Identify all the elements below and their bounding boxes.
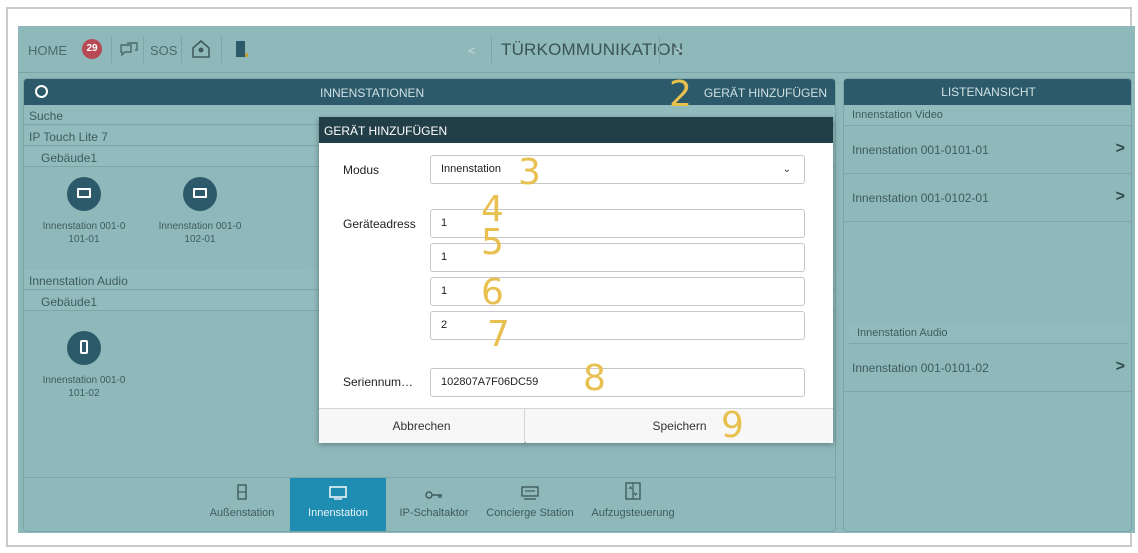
divider bbox=[111, 36, 112, 63]
list-view-title: LISTENANSICHT bbox=[844, 79, 1131, 105]
callout-number: 7 bbox=[487, 314, 510, 355]
elevator-icon bbox=[578, 478, 688, 500]
serial-label: Seriennum… bbox=[343, 375, 414, 389]
callout-number: 5 bbox=[481, 222, 504, 263]
station-type-tabs: Außenstation Innenstation IP-Schaltaktor… bbox=[24, 477, 835, 531]
save-button[interactable]: Speichern bbox=[526, 409, 833, 443]
monitor-icon bbox=[183, 177, 217, 211]
divider bbox=[221, 36, 222, 63]
add-device-button[interactable]: GERÄT HINZUFÜGEN bbox=[704, 86, 827, 100]
handset-icon bbox=[67, 331, 101, 365]
divider bbox=[181, 36, 182, 63]
home-button[interactable]: HOME bbox=[28, 43, 67, 58]
list-item[interactable]: Innenstation 001-0102-01 > bbox=[844, 175, 1131, 222]
chevron-down-icon: ⌄ bbox=[782, 164, 791, 175]
tab-ip-schaltaktor[interactable]: IP-Schaltaktor bbox=[386, 478, 482, 531]
notification-badge[interactable]: 29 bbox=[82, 39, 102, 59]
door-icon[interactable] bbox=[230, 38, 252, 60]
tab-aufzugsteuerung[interactable]: Aufzugsteuerung bbox=[578, 478, 688, 531]
device-tile[interactable]: Innenstation 001-0 101-01 bbox=[34, 177, 134, 246]
address-label: Geräteadress bbox=[343, 217, 416, 231]
dialog-footer: Abbrechen Speichern bbox=[319, 408, 833, 443]
cancel-button[interactable]: Abbrechen bbox=[319, 409, 525, 443]
callout-number: 9 bbox=[721, 405, 744, 446]
tab-concierge-station[interactable]: Concierge Station bbox=[482, 478, 578, 531]
add-device-dialog: GERÄT HINZUFÜGEN Modus Innenstation ⌄ Ge… bbox=[319, 117, 833, 443]
indoor-station-icon bbox=[290, 478, 386, 500]
key-icon bbox=[386, 478, 482, 500]
outdoor-station-icon bbox=[194, 478, 290, 500]
chevron-right-icon: > bbox=[1115, 140, 1125, 157]
page-title: TÜRKOMMUNIKATION bbox=[501, 40, 684, 59]
next-arrow[interactable]: > bbox=[675, 43, 683, 58]
monitor-icon bbox=[67, 177, 101, 211]
device-tile[interactable]: Innenstation 001-0 102-01 bbox=[150, 177, 250, 246]
callout-number: 2 bbox=[669, 74, 692, 115]
tab-innenstation[interactable]: Innenstation bbox=[290, 478, 386, 531]
section-header-video: Innenstation Video bbox=[844, 105, 1131, 126]
house-alarm-icon[interactable] bbox=[190, 38, 212, 60]
section-header-audio: Innenstation Audio bbox=[849, 323, 1128, 344]
serial-number-field[interactable]: 102807A7F06DC59 bbox=[430, 368, 805, 397]
dialog-title: GERÄT HINZUFÜGEN bbox=[324, 124, 448, 138]
mode-select[interactable]: Innenstation ⌄ bbox=[430, 155, 805, 184]
list-item[interactable]: Innenstation 001-0101-01 > bbox=[844, 127, 1131, 174]
messages-icon[interactable] bbox=[118, 38, 140, 60]
panel-header: INNENSTATIONEN GERÄT HINZUFÜGEN bbox=[24, 79, 835, 105]
divider bbox=[491, 36, 492, 63]
list-view-panel: LISTENANSICHT Innenstation Video Innenst… bbox=[843, 78, 1132, 532]
divider bbox=[143, 36, 144, 63]
list-item[interactable]: Innenstation 001-0101-02 > bbox=[844, 345, 1131, 392]
chevron-right-icon: > bbox=[1115, 358, 1125, 375]
status-circle-icon[interactable] bbox=[35, 85, 48, 98]
chevron-right-icon: > bbox=[1115, 188, 1125, 205]
callout-number: 8 bbox=[583, 358, 606, 399]
callout-number: 6 bbox=[481, 272, 504, 313]
mode-label: Modus bbox=[343, 163, 380, 177]
tab-aussenstation[interactable]: Außenstation bbox=[194, 478, 290, 531]
sos-button[interactable]: SOS bbox=[150, 43, 177, 58]
divider bbox=[659, 36, 660, 63]
top-bar: HOME 29 SOS < TÜRKOMMUNIKATION > bbox=[18, 26, 1135, 73]
search-label: Suche bbox=[29, 109, 64, 123]
callout-number: 3 bbox=[518, 152, 541, 193]
panel-title: INNENSTATIONEN bbox=[320, 86, 425, 100]
concierge-icon bbox=[482, 478, 578, 500]
prev-arrow[interactable]: < bbox=[468, 43, 476, 58]
dialog-header: GERÄT HINZUFÜGEN bbox=[319, 117, 833, 143]
device-tile[interactable]: Innenstation 001-0 101-02 bbox=[34, 331, 134, 400]
